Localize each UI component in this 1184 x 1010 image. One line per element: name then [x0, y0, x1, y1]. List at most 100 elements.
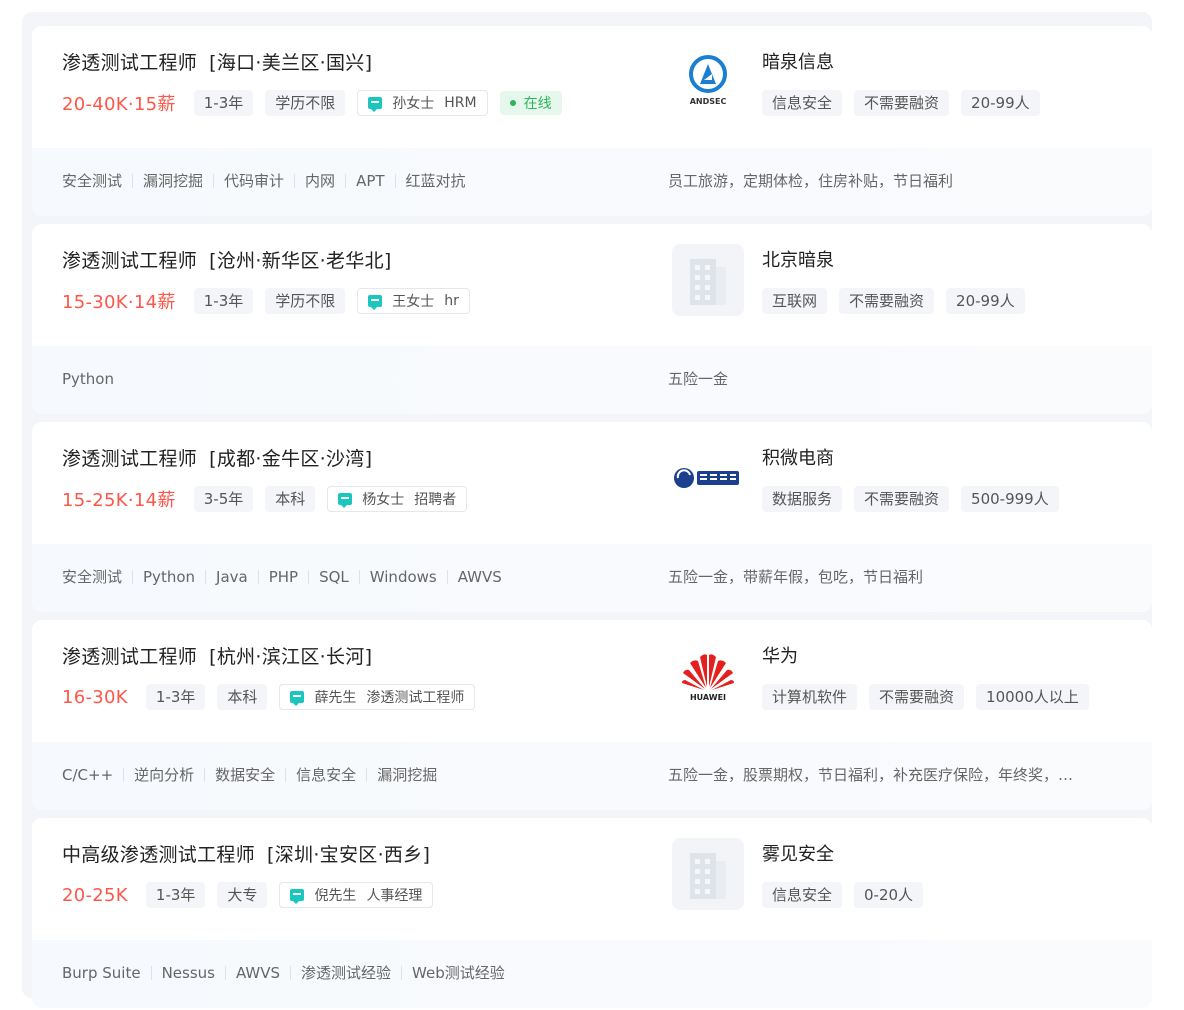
job-card-header: 渗透测试工程师 [成都·金牛区·沙湾] 15-25K·14薪 3-5年 本科 杨女…	[32, 422, 1152, 544]
recruiter-name: 孙女士	[392, 96, 435, 112]
svg-text:ANDSEC: ANDSEC	[690, 97, 727, 106]
company-size-tag: 0-20人	[854, 882, 924, 908]
recruiter-chat-button[interactable]: 薛先生 渗透测试工程师	[279, 684, 476, 710]
job-card-header: 中高级渗透测试工程师 [深圳·宝安区·西乡] 20-25K 1-3年 大专 倪先生…	[32, 818, 1152, 940]
education-tag: 本科	[217, 684, 268, 710]
job-name[interactable]: 渗透测试工程师	[62, 646, 197, 668]
skill-tag: 安全测试	[62, 172, 123, 190]
skill-tag: C/C++	[62, 766, 114, 784]
salary: 20-25K	[62, 884, 128, 906]
job-name[interactable]: 渗透测试工程师	[62, 448, 197, 470]
company-industry-tag: 数据服务	[762, 486, 843, 512]
recruiter-role: 招聘者	[414, 492, 457, 508]
job-name[interactable]: 渗透测试工程师	[62, 250, 197, 272]
skill-tag: Windows	[358, 570, 447, 585]
experience-tag: 1-3年	[193, 288, 254, 314]
company-logo[interactable]: ANDSEC	[672, 46, 744, 118]
recruiter-chat-button[interactable]: 倪先生 人事经理	[279, 882, 434, 908]
skill-tags: 安全测试 漏洞挖掘 代码审计 内网 APT 红蓝对抗	[62, 170, 476, 192]
jiwei-logo-icon	[674, 468, 739, 488]
skill-tag: 安全测试	[62, 568, 123, 586]
job-card-footer: C/C++ 逆向分析 数据安全 信息安全 漏洞挖掘 五险一金，股票期权，节日福利…	[32, 742, 1152, 810]
company-name[interactable]: 北京暗泉	[762, 246, 834, 272]
salary: 15-25K·14薪	[62, 490, 176, 511]
company-logo[interactable]: HUAWEI	[672, 640, 744, 712]
skill-tag: AWVS	[224, 966, 290, 981]
job-name[interactable]: 渗透测试工程师	[62, 52, 197, 74]
job-info-row: 15-30K·14薪 1-3年 学历不限 王女士 hr	[62, 288, 482, 314]
education-tag: 本科	[265, 486, 316, 512]
recruiter-chat-button[interactable]: 王女士 hr	[357, 288, 470, 314]
education-tag: 学历不限	[265, 288, 346, 314]
job-title[interactable]: 渗透测试工程师 [沧州·新华区·老华北]	[62, 246, 392, 273]
recruiter-role: hr	[444, 293, 459, 309]
chat-icon	[290, 691, 305, 706]
job-card-footer: 安全测试 Python Java PHP SQL Windows AWVS 五险…	[32, 544, 1152, 612]
chat-icon	[368, 295, 383, 310]
skill-tag: APT	[345, 174, 394, 189]
online-status-text: 在线	[523, 96, 552, 112]
company-logo[interactable]	[672, 442, 744, 514]
recruiter-name: 王女士	[392, 294, 435, 310]
job-card[interactable]: 渗透测试工程师 [海口·美兰区·国兴] 20-40K·15薪 1-3年 学历不限 …	[32, 26, 1152, 216]
skill-tag: 逆向分析	[123, 768, 204, 783]
job-info-row: 16-30K 1-3年 本科 薛先生 渗透测试工程师	[62, 684, 487, 710]
recruiter-name: 杨女士	[362, 492, 405, 508]
skill-tag: 渗透测试经验	[290, 966, 401, 981]
job-info-row: 15-25K·14薪 3-5年 本科 杨女士 招聘者	[62, 486, 479, 512]
job-name[interactable]: 中高级渗透测试工程师	[62, 844, 255, 866]
job-card-header: 渗透测试工程师 [沧州·新华区·老华北] 15-30K·14薪 1-3年 学历不限…	[32, 224, 1152, 346]
company-name[interactable]: 积微电商	[762, 444, 834, 470]
job-area: [沧州·新华区·老华北]	[209, 250, 392, 272]
skill-tag: PHP	[257, 570, 308, 585]
job-card[interactable]: 渗透测试工程师 [沧州·新华区·老华北] 15-30K·14薪 1-3年 学历不限…	[32, 224, 1152, 414]
online-status-badge: 在线	[499, 91, 562, 115]
welfare-text: 员工旅游，定期体检，住房补贴，节日福利	[668, 172, 954, 190]
company-logo[interactable]	[672, 838, 744, 910]
job-card[interactable]: 中高级渗透测试工程师 [深圳·宝安区·西乡] 20-25K 1-3年 大专 倪先生…	[32, 818, 1152, 1008]
company-name[interactable]: 雾见安全	[762, 840, 834, 866]
company-size-tag: 20-99人	[961, 90, 1040, 116]
welfare-text: 五险一金，带薪年假，包吃，节日福利	[668, 568, 924, 586]
salary: 20-40K·15薪	[62, 94, 176, 115]
job-area: [深圳·宝安区·西乡]	[267, 844, 431, 866]
recruiter-role: 渗透测试工程师	[366, 690, 465, 706]
skill-tag: 漏洞挖掘	[366, 768, 447, 783]
recruiter-role: HRM	[444, 95, 477, 111]
education-tag: 大专	[217, 882, 268, 908]
building-placeholder-icon	[690, 259, 726, 305]
job-card[interactable]: 渗透测试工程师 [成都·金牛区·沙湾] 15-25K·14薪 3-5年 本科 杨女…	[32, 422, 1152, 612]
skill-tag: SQL	[308, 570, 359, 585]
job-card[interactable]: 渗透测试工程师 [杭州·滨江区·长河] 16-30K 1-3年 本科 薛先生 渗透…	[32, 620, 1152, 810]
job-title[interactable]: 中高级渗透测试工程师 [深圳·宝安区·西乡]	[62, 840, 430, 867]
recruiter-chat-button[interactable]: 孙女士 HRM	[357, 90, 488, 116]
job-title[interactable]: 渗透测试工程师 [杭州·滨江区·长河]	[62, 642, 372, 669]
company-name[interactable]: 暗泉信息	[762, 48, 834, 74]
skill-tag: 内网	[294, 174, 345, 189]
skill-tag: Burp Suite	[62, 964, 141, 982]
company-size-tag: 500-999人	[961, 486, 1059, 512]
skill-tags: C/C++ 逆向分析 数据安全 信息安全 漏洞挖掘	[62, 764, 447, 786]
job-area: [杭州·滨江区·长河]	[209, 646, 373, 668]
welfare-text: 五险一金，股票期权，节日福利，补充医疗保险，年终奖，…	[668, 766, 1074, 784]
job-title[interactable]: 渗透测试工程师 [成都·金牛区·沙湾]	[62, 444, 372, 471]
job-title[interactable]: 渗透测试工程师 [海口·美兰区·国兴]	[62, 48, 372, 75]
company-logo[interactable]	[672, 244, 744, 316]
company-funding-tag: 不需要融资	[869, 684, 965, 710]
company-tags: 信息安全 不需要融资 20-99人	[762, 90, 1052, 116]
company-funding-tag: 不需要融资	[854, 90, 950, 116]
skill-tag: 信息安全	[285, 768, 366, 783]
skill-tag: Python	[62, 370, 114, 388]
job-card-header: 渗透测试工程师 [海口·美兰区·国兴] 20-40K·15薪 1-3年 学历不限 …	[32, 26, 1152, 148]
skill-tag: 红蓝对抗	[394, 174, 476, 189]
recruiter-chat-button[interactable]: 杨女士 招聘者	[327, 486, 468, 512]
company-industry-tag: 信息安全	[762, 882, 843, 908]
job-card-footer: Python 五险一金	[32, 346, 1152, 414]
company-funding-tag: 不需要融资	[854, 486, 950, 512]
company-name[interactable]: 华为	[762, 642, 798, 668]
company-size-tag: 10000人以上	[976, 684, 1089, 710]
skill-tag: Web测试经验	[401, 966, 515, 981]
skill-tag: 漏洞挖掘	[132, 174, 213, 189]
company-tags: 互联网 不需要融资 20-99人	[762, 288, 1037, 314]
andsec-logo-icon: ANDSEC	[689, 55, 727, 106]
